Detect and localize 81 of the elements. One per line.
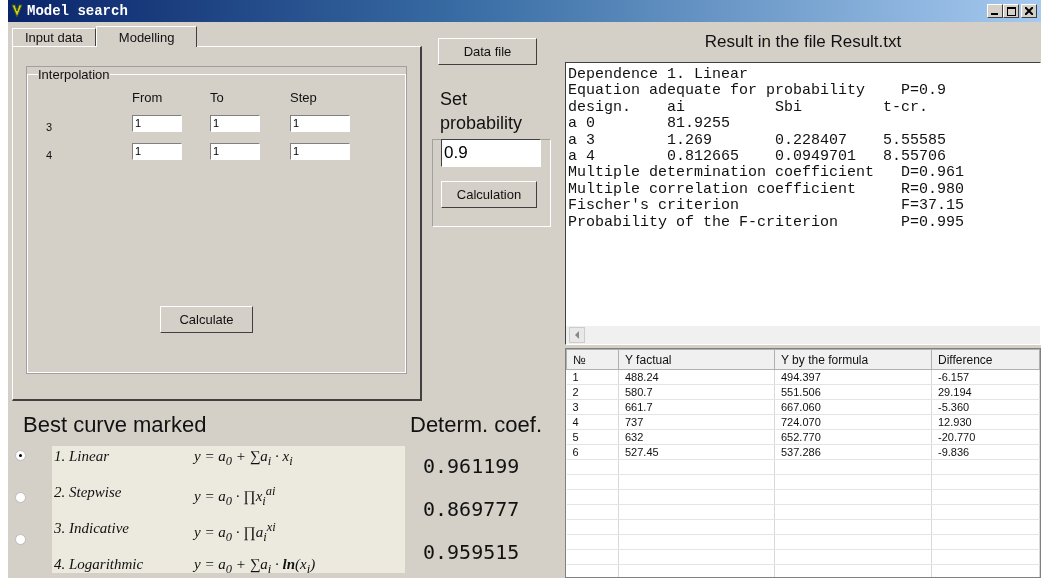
table-cell: 1 — [566, 369, 619, 385]
coefficient-value: 0.869777 — [423, 497, 520, 522]
tab[interactable]: Input data — [12, 28, 96, 46]
input-field[interactable]: 1 — [290, 142, 350, 160]
formula: y = a$_{0}$ + ∑a$_{i}$ · ln(x$_{i}$) — [194, 556, 316, 577]
input-field[interactable]: 1 — [290, 114, 350, 132]
data-file-button[interactable]: Data file — [438, 38, 537, 65]
calculation-button[interactable]: Calculation — [441, 181, 537, 208]
table-cell: 12.930 — [931, 414, 1040, 430]
column-label: From — [132, 90, 164, 105]
result-line: a 3 1.269 0.228407 5.55585 — [568, 132, 948, 150]
table-cell: 580.7 — [618, 384, 775, 400]
calculate-button[interactable]: Calculate — [160, 306, 253, 333]
table-cell: 667.060 — [774, 399, 932, 415]
column-title: Determ. coef. — [410, 412, 543, 438]
column-header: № — [566, 349, 619, 370]
model-name: 3. Indicative — [54, 520, 130, 537]
table-cell: 6 — [566, 444, 619, 460]
result-line: Multiple correlation coefficient R=0.980 — [568, 181, 966, 198]
scroll-left-icon[interactable] — [569, 327, 585, 343]
window-title: Model search — [27, 3, 128, 19]
maximize-icon — [1006, 6, 1016, 16]
minimize-button[interactable] — [987, 4, 1003, 18]
table-cell: 3 — [566, 399, 619, 415]
row-label: 4 — [45, 148, 54, 161]
column-header: Y by the formula — [774, 349, 932, 370]
column-header: Y factual — [618, 349, 775, 370]
table-cell: 4 — [566, 414, 619, 430]
result-line: a 0 81.9255 — [568, 116, 732, 133]
result-line: a 4 0.812665 0.0949701 8.55706 — [568, 149, 948, 166]
table-cell: 29.194 — [931, 384, 1040, 400]
result-line: design. ai Sbi t-cr. — [568, 99, 930, 117]
radio-button[interactable] — [15, 450, 26, 461]
coefficient-value: 0.961199 — [423, 454, 520, 479]
table-cell: 632 — [618, 429, 775, 445]
table-cell: -6.157 — [931, 369, 1040, 385]
table-cell: 737 — [618, 414, 775, 430]
probability-field[interactable]: 0.9 — [441, 139, 541, 167]
tab[interactable]: Modelling — [95, 26, 198, 47]
table-cell: 724.070 — [774, 414, 932, 430]
table-cell: 537.286 — [774, 444, 932, 460]
table-cell: 661.7 — [618, 399, 775, 415]
input-field[interactable]: 1 — [132, 114, 182, 132]
input-field[interactable]: 1 — [132, 142, 182, 160]
column-label: To — [210, 90, 225, 105]
table-cell: 2 — [566, 384, 619, 400]
horizontal-scrollbar[interactable] — [566, 326, 1040, 344]
table-cell: -5.360 — [931, 399, 1040, 415]
row-label: 3 — [45, 120, 54, 133]
radio-button[interactable] — [15, 492, 26, 503]
model-name: 2. Stepwise — [54, 484, 123, 501]
input-field[interactable]: 1 — [210, 142, 260, 160]
table-cell: 5 — [566, 429, 619, 445]
coefficient-value: 0.959515 — [423, 540, 520, 565]
table-cell: 551.506 — [774, 384, 932, 400]
probability-label: Set probability — [440, 88, 524, 135]
column-label: Step — [290, 90, 318, 105]
result-line: Equation adequate for probability P=0.9 — [568, 83, 948, 100]
radio-button[interactable] — [15, 534, 26, 545]
close-icon — [1025, 7, 1033, 15]
table-cell: 527.45 — [618, 444, 775, 460]
column-header: Difference — [931, 349, 1040, 370]
maximize-button[interactable] — [1003, 4, 1019, 18]
result-title: Result in the file Result.txt — [703, 31, 903, 53]
section-title: Best curve marked — [23, 412, 208, 438]
group-title: Interpolation — [38, 67, 110, 82]
formula: y = a$_{0}$ + ∑a$_{i}$ · x$_{i}$ — [194, 448, 293, 469]
model-name: 4. Logarithmic — [54, 556, 145, 573]
result-line: Fischer's criterion F=37.15 — [568, 198, 966, 215]
input-field[interactable]: 1 — [210, 114, 260, 132]
close-button[interactable] — [1021, 4, 1037, 18]
result-line: Probability of the F-criterion P=0.995 — [568, 214, 966, 232]
table-cell: -20.770 — [931, 429, 1040, 445]
app-icon — [11, 4, 23, 18]
table-cell: 494.397 — [774, 369, 932, 385]
table-cell: -9.836 — [931, 444, 1040, 460]
table-cell: 652.770 — [774, 429, 932, 445]
result-line: Dependence 1. Linear — [568, 67, 750, 83]
model-name: 1. Linear — [54, 448, 110, 465]
table-cell: 488.24 — [618, 369, 775, 385]
result-line: Multiple determination coefficient D=0.961 — [568, 165, 966, 182]
